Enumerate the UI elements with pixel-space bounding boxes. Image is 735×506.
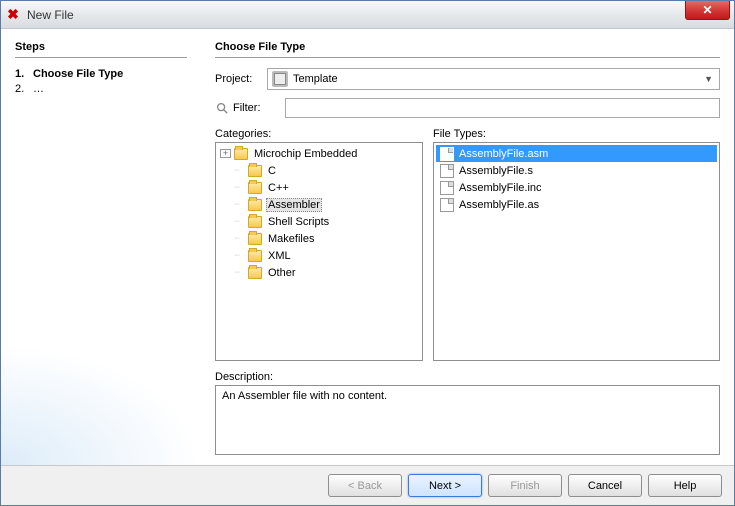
tree-item-makefiles[interactable]: ····Makefiles	[218, 230, 420, 247]
file-icon	[440, 181, 454, 195]
project-value: Template	[293, 73, 338, 85]
new-file-dialog: ✖ New File ✕ Steps 1. Choose File Type 2…	[0, 0, 735, 506]
steps-heading: Steps	[15, 41, 187, 58]
expand-icon[interactable]: +	[220, 149, 231, 158]
project-select[interactable]: Template ▼	[267, 68, 720, 90]
search-icon	[215, 101, 229, 115]
folder-icon	[248, 233, 262, 245]
categories-tree[interactable]: + Microchip Embedded ····C ····C++ ····A…	[215, 142, 423, 361]
categories-label: Categories:	[215, 128, 423, 140]
filetype-asm[interactable]: AssemblyFile.asm	[436, 145, 717, 162]
file-icon	[440, 198, 454, 212]
tree-item-root[interactable]: + Microchip Embedded	[218, 145, 420, 162]
main-heading: Choose File Type	[215, 41, 720, 58]
filetypes-label: File Types:	[433, 128, 720, 140]
tree-item-cpp[interactable]: ····C++	[218, 179, 420, 196]
filetype-s[interactable]: AssemblyFile.s	[436, 162, 717, 179]
filetypes-panel: File Types: AssemblyFile.asm AssemblyFil…	[433, 128, 720, 361]
filter-row: Filter:	[215, 98, 720, 118]
folder-icon	[234, 148, 248, 160]
project-label: Project:	[215, 73, 267, 85]
finish-button[interactable]: Finish	[488, 474, 562, 497]
step-next: 2. …	[15, 83, 187, 95]
filetypes-list[interactable]: AssemblyFile.asm AssemblyFile.s Assembly…	[433, 142, 720, 361]
tree-item-other[interactable]: ····Other	[218, 264, 420, 281]
filetype-inc[interactable]: AssemblyFile.inc	[436, 179, 717, 196]
description-area: Description: An Assembler file with no c…	[215, 371, 720, 455]
panels: Categories: + Microchip Embedded ····C ·…	[215, 128, 720, 361]
filter-label: Filter:	[233, 102, 285, 114]
step-choose-file-type: 1. Choose File Type	[15, 68, 187, 80]
tree-item-shell[interactable]: ····Shell Scripts	[218, 213, 420, 230]
back-button[interactable]: < Back	[328, 474, 402, 497]
file-icon	[440, 164, 454, 178]
steps-list: 1. Choose File Type 2. …	[15, 68, 187, 95]
cancel-button[interactable]: Cancel	[568, 474, 642, 497]
folder-icon	[248, 165, 262, 177]
close-button[interactable]: ✕	[685, 1, 730, 20]
help-button[interactable]: Help	[648, 474, 722, 497]
project-icon	[272, 71, 288, 87]
filter-input[interactable]	[285, 98, 720, 118]
folder-icon	[248, 182, 262, 194]
description-text: An Assembler file with no content.	[215, 385, 720, 455]
filetype-as[interactable]: AssemblyFile.as	[436, 196, 717, 213]
folder-icon	[248, 199, 262, 211]
window-title: New File	[27, 8, 685, 22]
app-icon: ✖	[5, 7, 21, 23]
tree-item-xml[interactable]: ····XML	[218, 247, 420, 264]
folder-icon	[248, 216, 262, 228]
file-icon	[440, 147, 454, 161]
steps-sidebar: Steps 1. Choose File Type 2. …	[1, 29, 201, 465]
chevron-down-icon: ▼	[702, 74, 715, 84]
folder-icon	[248, 250, 262, 262]
categories-panel: Categories: + Microchip Embedded ····C ·…	[215, 128, 423, 361]
folder-icon	[248, 267, 262, 279]
tree-item-c[interactable]: ····C	[218, 162, 420, 179]
main-panel: Choose File Type Project: Template ▼ Fil…	[201, 29, 734, 465]
next-button[interactable]: Next >	[408, 474, 482, 497]
titlebar[interactable]: ✖ New File ✕	[1, 1, 734, 29]
button-bar: < Back Next > Finish Cancel Help	[1, 465, 734, 505]
tree-item-assembler[interactable]: ····Assembler	[218, 196, 420, 213]
description-label: Description:	[215, 371, 720, 383]
content-area: Steps 1. Choose File Type 2. … Choose Fi…	[1, 29, 734, 465]
project-row: Project: Template ▼	[215, 68, 720, 90]
